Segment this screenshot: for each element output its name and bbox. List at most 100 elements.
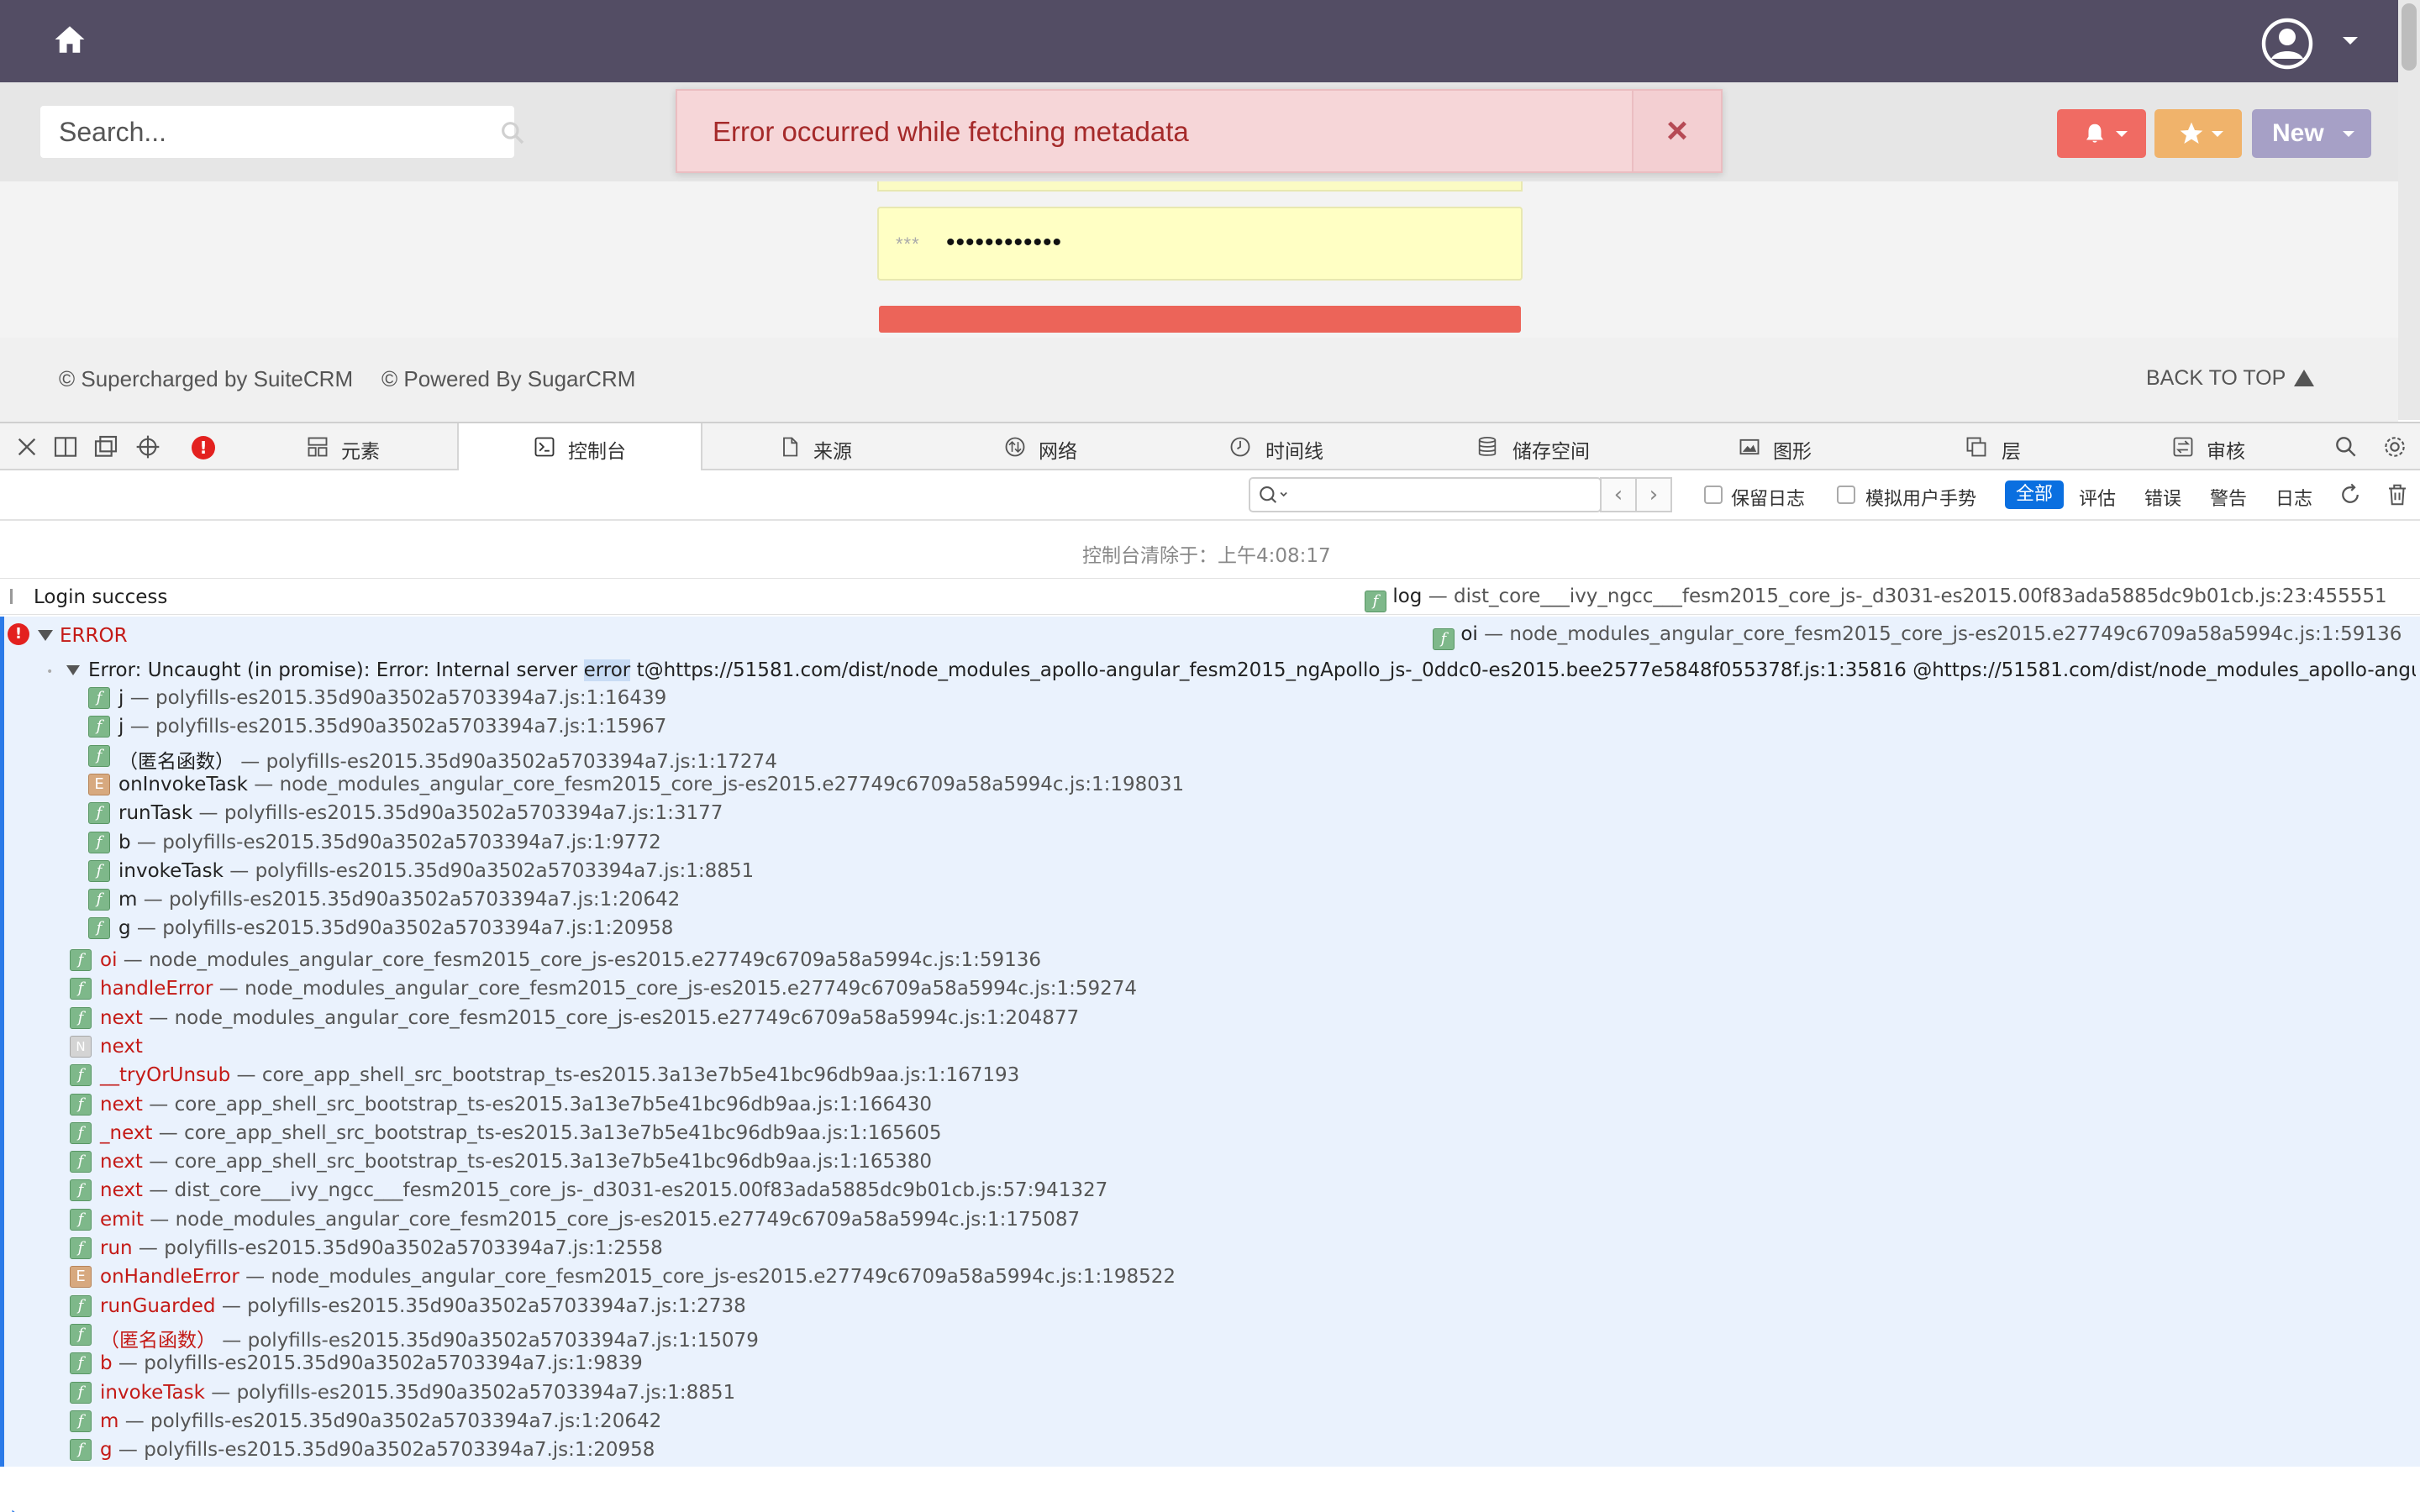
tab-elements[interactable]: 元素 — [294, 423, 454, 469]
home-icon[interactable] — [52, 22, 87, 57]
frame-location-link[interactable]: node_modules_angular_core_fesm2015_core_… — [271, 1266, 1176, 1288]
frame-location-link[interactable]: dist_core___ivy_ngcc___fesm2015_core_js-… — [175, 1179, 1108, 1201]
frame-location-link[interactable]: core_app_shell_src_bootstrap_ts-es2015.3… — [262, 1064, 1019, 1086]
search-icon[interactable] — [499, 119, 526, 146]
frame-function: next — dist_core___ivy_ngcc___fesm2015_c… — [100, 1179, 1107, 1201]
console-icon — [534, 437, 555, 457]
tab-layers[interactable]: 层 — [1891, 423, 2099, 469]
gear-icon[interactable] — [2381, 433, 2408, 460]
previous-match-button[interactable]: ‹ — [1600, 477, 1637, 512]
frame-location-link[interactable]: core_app_shell_src_bootstrap_ts-es2015.3… — [175, 1094, 932, 1116]
scrollbar-thumb[interactable] — [2402, 3, 2417, 71]
bullet-icon: • — [46, 665, 54, 679]
frame-location-link[interactable]: core_app_shell_src_bootstrap_ts-es2015.3… — [175, 1151, 932, 1173]
log-source-link[interactable]: f log — dist_core___ivy_ngcc___fesm2015_… — [1365, 585, 2387, 612]
filter-all-button[interactable]: 全部 — [2005, 480, 2064, 509]
frame-location-link[interactable]: polyfills-es2015.35d90a3502a5703394a7.js… — [266, 751, 777, 773]
console-filter-input[interactable] — [1249, 477, 1602, 512]
login-button[interactable] — [879, 306, 1521, 333]
close-icon[interactable]: × — [1632, 91, 1721, 171]
log-source-separator: — — [1428, 585, 1454, 607]
filter-warnings-button[interactable]: 警告 — [2210, 484, 2247, 511]
console-prompt[interactable]: › — [10, 1502, 19, 1512]
disclosure-triangle-icon[interactable] — [38, 630, 53, 641]
document-icon — [783, 437, 798, 457]
page-footer: © Supercharged by SuiteCRM © Powered By … — [0, 338, 2398, 422]
user-menu-caret-icon[interactable] — [2343, 37, 2358, 45]
trash-icon[interactable] — [2385, 482, 2410, 507]
frame-location-link[interactable]: polyfills-es2015.35d90a3502a5703394a7.js… — [224, 802, 723, 824]
tab-audit[interactable]: 审核 — [2101, 423, 2328, 469]
tab-timelines[interactable]: 时间线 — [1163, 423, 1398, 469]
console-log-entry[interactable]: Login success f log — dist_core___ivy_ng… — [0, 578, 2420, 615]
frame-function-name: （匿名函数） — [118, 750, 234, 773]
filter-evaluations-button[interactable]: 评估 — [2079, 484, 2116, 511]
search-icon[interactable] — [2333, 433, 2360, 460]
password-field[interactable]: *** •••••••••••• — [877, 207, 1523, 281]
error-count-icon[interactable]: ! — [192, 436, 215, 459]
frame-location-link[interactable]: polyfills-es2015.35d90a3502a5703394a7.js… — [155, 716, 666, 738]
frame-location-link[interactable]: polyfills-es2015.35d90a3502a5703394a7.js… — [144, 1439, 655, 1461]
frame-location-link[interactable]: node_modules_angular_core_fesm2015_core_… — [280, 774, 1185, 795]
footer-suitecrm-link[interactable]: © Supercharged by SuiteCRM — [59, 366, 353, 392]
page-scrollbar[interactable] — [2398, 0, 2420, 420]
refresh-icon[interactable] — [2338, 482, 2363, 507]
preserve-log-checkbox[interactable] — [1704, 486, 1723, 504]
error-message-row[interactable]: • Error: Uncaught (in promise): Error: I… — [46, 657, 2416, 685]
search-input[interactable] — [59, 113, 462, 151]
chevron-down-icon — [2212, 131, 2223, 137]
close-icon[interactable] — [13, 433, 40, 460]
tab-console[interactable]: 控制台 — [457, 423, 702, 470]
function-icon: f — [70, 1381, 92, 1404]
user-avatar-icon[interactable] — [2260, 17, 2314, 71]
frame-location-link[interactable]: polyfills-es2015.35d90a3502a5703394a7.js… — [162, 832, 661, 853]
arrow-up-icon[interactable] — [2294, 370, 2314, 386]
new-button[interactable]: New — [2252, 109, 2371, 158]
frame-function-name: m — [100, 1410, 119, 1432]
notifications-button[interactable] — [2057, 109, 2146, 158]
footer-sugarcrm-link[interactable]: © Powered By SugarCRM — [381, 366, 635, 392]
back-to-top-link[interactable]: BACK TO TOP — [2146, 366, 2286, 391]
frame-function: __tryOrUnsub — core_app_shell_src_bootst… — [100, 1064, 1019, 1086]
frame-location-link[interactable]: polyfills-es2015.35d90a3502a5703394a7.js… — [255, 860, 755, 882]
frame-location-link[interactable]: polyfills-es2015.35d90a3502a5703394a7.js… — [169, 889, 680, 911]
frame-separator: — — [117, 949, 150, 971]
emulate-gesture-label: 模拟用户手势 — [1865, 489, 1977, 510]
emulate-gesture-checkbox[interactable] — [1837, 486, 1855, 504]
tab-graphics[interactable]: 图形 — [1664, 423, 1889, 469]
frame-location-link[interactable]: node_modules_angular_core_fesm2015_core_… — [149, 949, 1041, 971]
frame-function-name: next — [100, 1006, 143, 1029]
tab-sources[interactable]: 来源 — [706, 423, 928, 469]
login-form-area: *** •••••••••••• — [0, 181, 2398, 338]
console-error-entry[interactable]: ! ERROR f oi — node_modules_angular_core… — [0, 617, 2420, 1467]
frame-location-link[interactable]: node_modules_angular_core_fesm2015_core_… — [175, 1007, 1080, 1029]
frame-location-link[interactable]: polyfills-es2015.35d90a3502a5703394a7.js… — [155, 687, 666, 709]
frame-location-link[interactable]: core_app_shell_src_bootstrap_ts-es2015.3… — [184, 1122, 941, 1144]
tab-network[interactable]: 网络 — [929, 423, 1161, 469]
frame-location-link[interactable]: node_modules_angular_core_fesm2015_core_… — [245, 978, 1137, 1000]
frame-location-link[interactable]: polyfills-es2015.35d90a3502a5703394a7.js… — [248, 1330, 759, 1352]
frame-location-link[interactable]: node_modules_angular_core_fesm2015_core_… — [176, 1209, 1081, 1231]
disclosure-triangle-icon[interactable] — [66, 665, 80, 675]
username-field-edge[interactable] — [877, 181, 1523, 192]
tab-storage[interactable]: 储存空间 — [1400, 423, 1662, 469]
frame-location-link[interactable]: polyfills-es2015.35d90a3502a5703394a7.js… — [164, 1237, 663, 1259]
frame-separator: — — [234, 750, 266, 773]
frame-function: j — polyfills-es2015.35d90a3502a5703394a… — [118, 687, 666, 709]
filter-errors-button[interactable]: 错误 — [2144, 484, 2181, 511]
detach-window-icon[interactable] — [92, 433, 119, 460]
function-icon: f — [70, 1151, 92, 1173]
frame-location-link[interactable]: polyfills-es2015.35d90a3502a5703394a7.js… — [247, 1295, 746, 1317]
frame-location-link[interactable]: polyfills-es2015.35d90a3502a5703394a7.js… — [144, 1352, 643, 1374]
filter-logs-button[interactable]: 日志 — [2275, 484, 2312, 511]
crosshair-icon[interactable] — [134, 433, 161, 460]
bell-icon — [2086, 123, 2103, 143]
frame-location-link[interactable]: polyfills-es2015.35d90a3502a5703394a7.js… — [162, 917, 673, 939]
function-icon: f — [1365, 591, 1386, 612]
next-match-button[interactable]: › — [1635, 477, 1672, 512]
frame-location-link[interactable]: polyfills-es2015.35d90a3502a5703394a7.js… — [237, 1382, 736, 1404]
error-source-link[interactable]: f oi — node_modules_angular_core_fesm201… — [1433, 623, 2402, 650]
favorites-button[interactable] — [2154, 109, 2242, 158]
frame-location-link[interactable]: polyfills-es2015.35d90a3502a5703394a7.js… — [150, 1410, 661, 1432]
dock-side-icon[interactable] — [52, 433, 79, 460]
